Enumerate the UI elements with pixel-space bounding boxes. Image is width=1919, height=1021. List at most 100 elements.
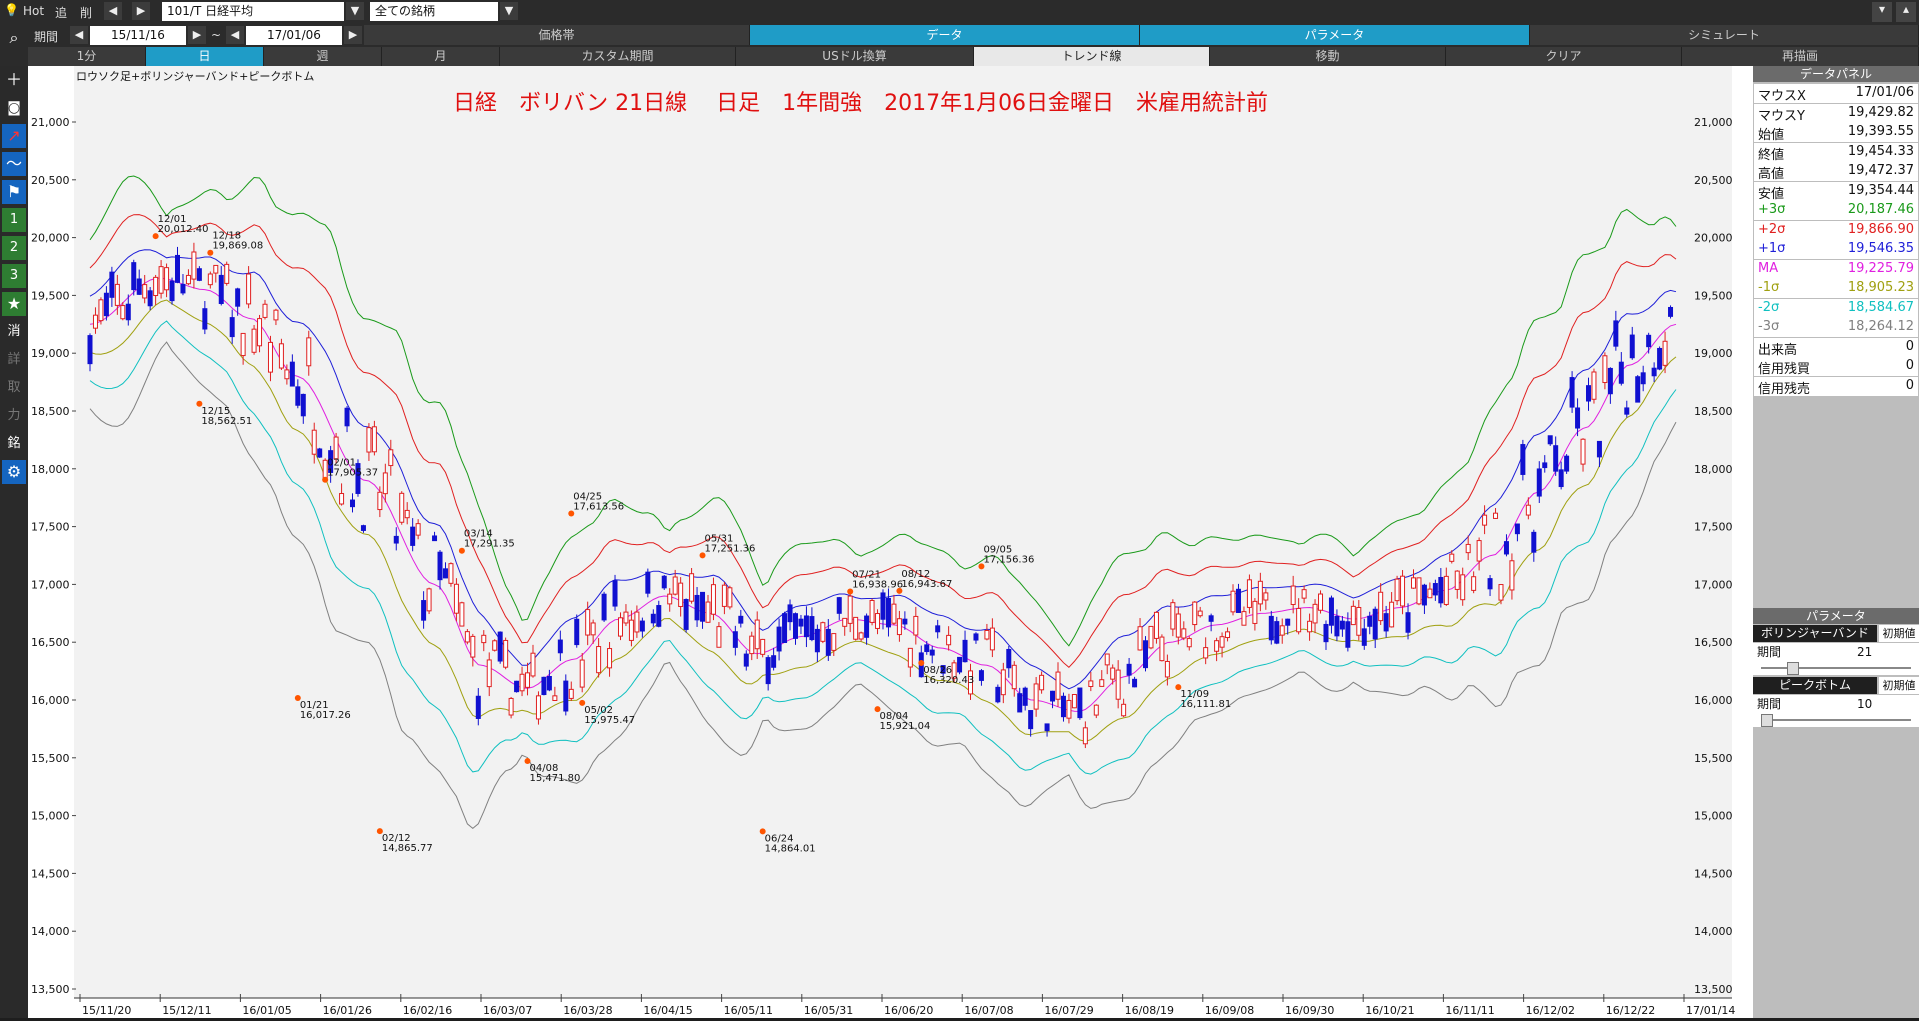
- candle-body: [1345, 621, 1351, 648]
- to-next-button[interactable]: ▶: [344, 26, 362, 44]
- data-row: マウスY 19,429.82: [1754, 103, 1918, 124]
- clear-button[interactable]: クリア: [1446, 47, 1682, 66]
- data-row-value: 18,584.67: [1847, 299, 1914, 315]
- candle-body: [344, 407, 350, 427]
- minimize-icon[interactable]: ▾: [1872, 2, 1892, 22]
- hot-button[interactable]: Hot: [23, 4, 44, 18]
- candle-body: [421, 600, 427, 621]
- candle-body: [1285, 618, 1291, 626]
- symbol-input[interactable]: 101/T 日経平均: [162, 2, 344, 21]
- candle-body: [475, 695, 481, 719]
- erase-button[interactable]: 消: [2, 320, 26, 344]
- candle-body: [869, 599, 875, 623]
- candle-body: [1657, 347, 1663, 370]
- candle-body: [306, 337, 312, 367]
- detail-button[interactable]: 詳: [2, 348, 26, 372]
- candle-body: [902, 618, 908, 625]
- candle-body: [1170, 602, 1176, 630]
- preset-1-button[interactable]: 1: [2, 208, 26, 232]
- candle-body: [1055, 671, 1061, 700]
- y-tick-label-right: 18,500: [1694, 405, 1733, 418]
- preset-2-button[interactable]: 2: [2, 236, 26, 260]
- y-tick-label-right: 18,000: [1694, 463, 1733, 476]
- trendline-button[interactable]: トレンド線: [974, 47, 1210, 66]
- data-row: +1σ 19,546.35: [1754, 240, 1918, 259]
- camera-icon[interactable]: ◙: [2, 96, 26, 120]
- interval-1min[interactable]: 1分: [28, 47, 146, 66]
- candle-body: [590, 622, 596, 636]
- tab-simulate[interactable]: シミュレート: [1530, 25, 1919, 45]
- bulb-icon[interactable]: 💡: [4, 3, 19, 17]
- from-next-button[interactable]: ▶: [188, 26, 206, 44]
- candle-body: [382, 472, 388, 495]
- candle-body: [831, 633, 837, 651]
- line-icon[interactable]: 〜: [2, 152, 26, 176]
- symbol-dropdown[interactable]: ▼: [346, 2, 364, 20]
- candle-body: [1635, 376, 1641, 403]
- candle-body: [1164, 660, 1170, 678]
- prev-symbol-button[interactable]: ◀: [104, 2, 122, 20]
- boll-period-input[interactable]: 21: [1853, 643, 1919, 661]
- get-button[interactable]: 取: [2, 376, 26, 400]
- tab-data[interactable]: データ: [750, 25, 1140, 45]
- candle-body: [185, 274, 191, 285]
- boll-reset-button[interactable]: 初期値: [1879, 625, 1919, 642]
- star-icon[interactable]: ★: [2, 292, 26, 316]
- tab-price-range[interactable]: 価格帯: [364, 25, 750, 45]
- y-tick-label-right: 14,000: [1694, 925, 1733, 938]
- candle-body: [579, 659, 585, 688]
- candle-body: [486, 659, 492, 688]
- interval-day[interactable]: 日: [146, 47, 264, 66]
- date-to-input[interactable]: 17/01/06: [246, 26, 342, 45]
- usd-convert-button[interactable]: USドル換算: [736, 47, 974, 66]
- candle-body: [798, 618, 804, 627]
- candle-body: [1000, 669, 1006, 696]
- candle-body: [448, 563, 454, 584]
- restore-icon[interactable]: ▴: [1896, 2, 1916, 22]
- data-row: マウスX 17/01/06: [1754, 84, 1918, 104]
- peak-period-input[interactable]: 10: [1853, 695, 1919, 713]
- candle-body: [546, 675, 552, 691]
- preset-3-button[interactable]: 3: [2, 264, 26, 288]
- candle-body: [1203, 647, 1209, 659]
- candle-body: [1077, 687, 1083, 719]
- search-icon[interactable]: ⌕: [2, 26, 26, 50]
- candle-body: [694, 594, 700, 621]
- candle-body: [1569, 377, 1575, 408]
- boll-period-slider[interactable]: [1753, 661, 1919, 675]
- redraw-button[interactable]: 再描画: [1682, 47, 1919, 66]
- candle-body: [1482, 514, 1488, 526]
- candle-body: [1093, 704, 1099, 716]
- input-button[interactable]: 力: [2, 404, 26, 428]
- next-symbol-button[interactable]: ▶: [132, 2, 150, 20]
- data-row-key: 信用残売: [1758, 381, 1811, 397]
- custom-period-button[interactable]: カスタム期間: [500, 47, 736, 66]
- stock-button[interactable]: 銘: [2, 432, 26, 456]
- chart-icon[interactable]: ↗: [2, 124, 26, 148]
- delete-button[interactable]: 削: [80, 4, 92, 21]
- interval-month[interactable]: 月: [382, 47, 500, 66]
- chart-area[interactable]: ロウソク足+ボリンジャーバンド+ピークボトム 日経 ボリバン 21日線 日足 1…: [28, 66, 1753, 1018]
- peak-period-slider[interactable]: [1753, 713, 1919, 727]
- to-prev-button[interactable]: ◀: [226, 26, 244, 44]
- flag-icon[interactable]: ⚑: [2, 180, 26, 204]
- data-row: +3σ 20,187.46: [1754, 201, 1918, 220]
- plus-icon[interactable]: ＋: [2, 68, 26, 92]
- from-prev-button[interactable]: ◀: [70, 26, 88, 44]
- tab-parameter[interactable]: パラメータ: [1140, 25, 1530, 45]
- candlestick-chart[interactable]: ロウソク足+ボリンジャーバンド+ピークボトム 日経 ボリバン 21日線 日足 1…: [28, 66, 1753, 1018]
- interval-week[interactable]: 週: [264, 47, 382, 66]
- peak-reset-button[interactable]: 初期値: [1879, 677, 1919, 694]
- move-button[interactable]: 移動: [1210, 47, 1446, 66]
- candle-body: [782, 613, 788, 644]
- y-tick-label-right: 19,000: [1694, 347, 1733, 360]
- data-panel-header: データパネル: [1753, 66, 1919, 82]
- date-from-input[interactable]: 15/11/16: [90, 26, 186, 45]
- y-tick-label: 15,500: [31, 752, 70, 765]
- universe-select[interactable]: 全ての銘柄: [370, 2, 498, 21]
- universe-dropdown[interactable]: ▼: [500, 2, 518, 20]
- candle-body: [1323, 623, 1329, 643]
- gear-icon[interactable]: ⚙: [2, 460, 26, 484]
- candle-body: [1591, 371, 1597, 400]
- add-button[interactable]: 追: [55, 4, 67, 21]
